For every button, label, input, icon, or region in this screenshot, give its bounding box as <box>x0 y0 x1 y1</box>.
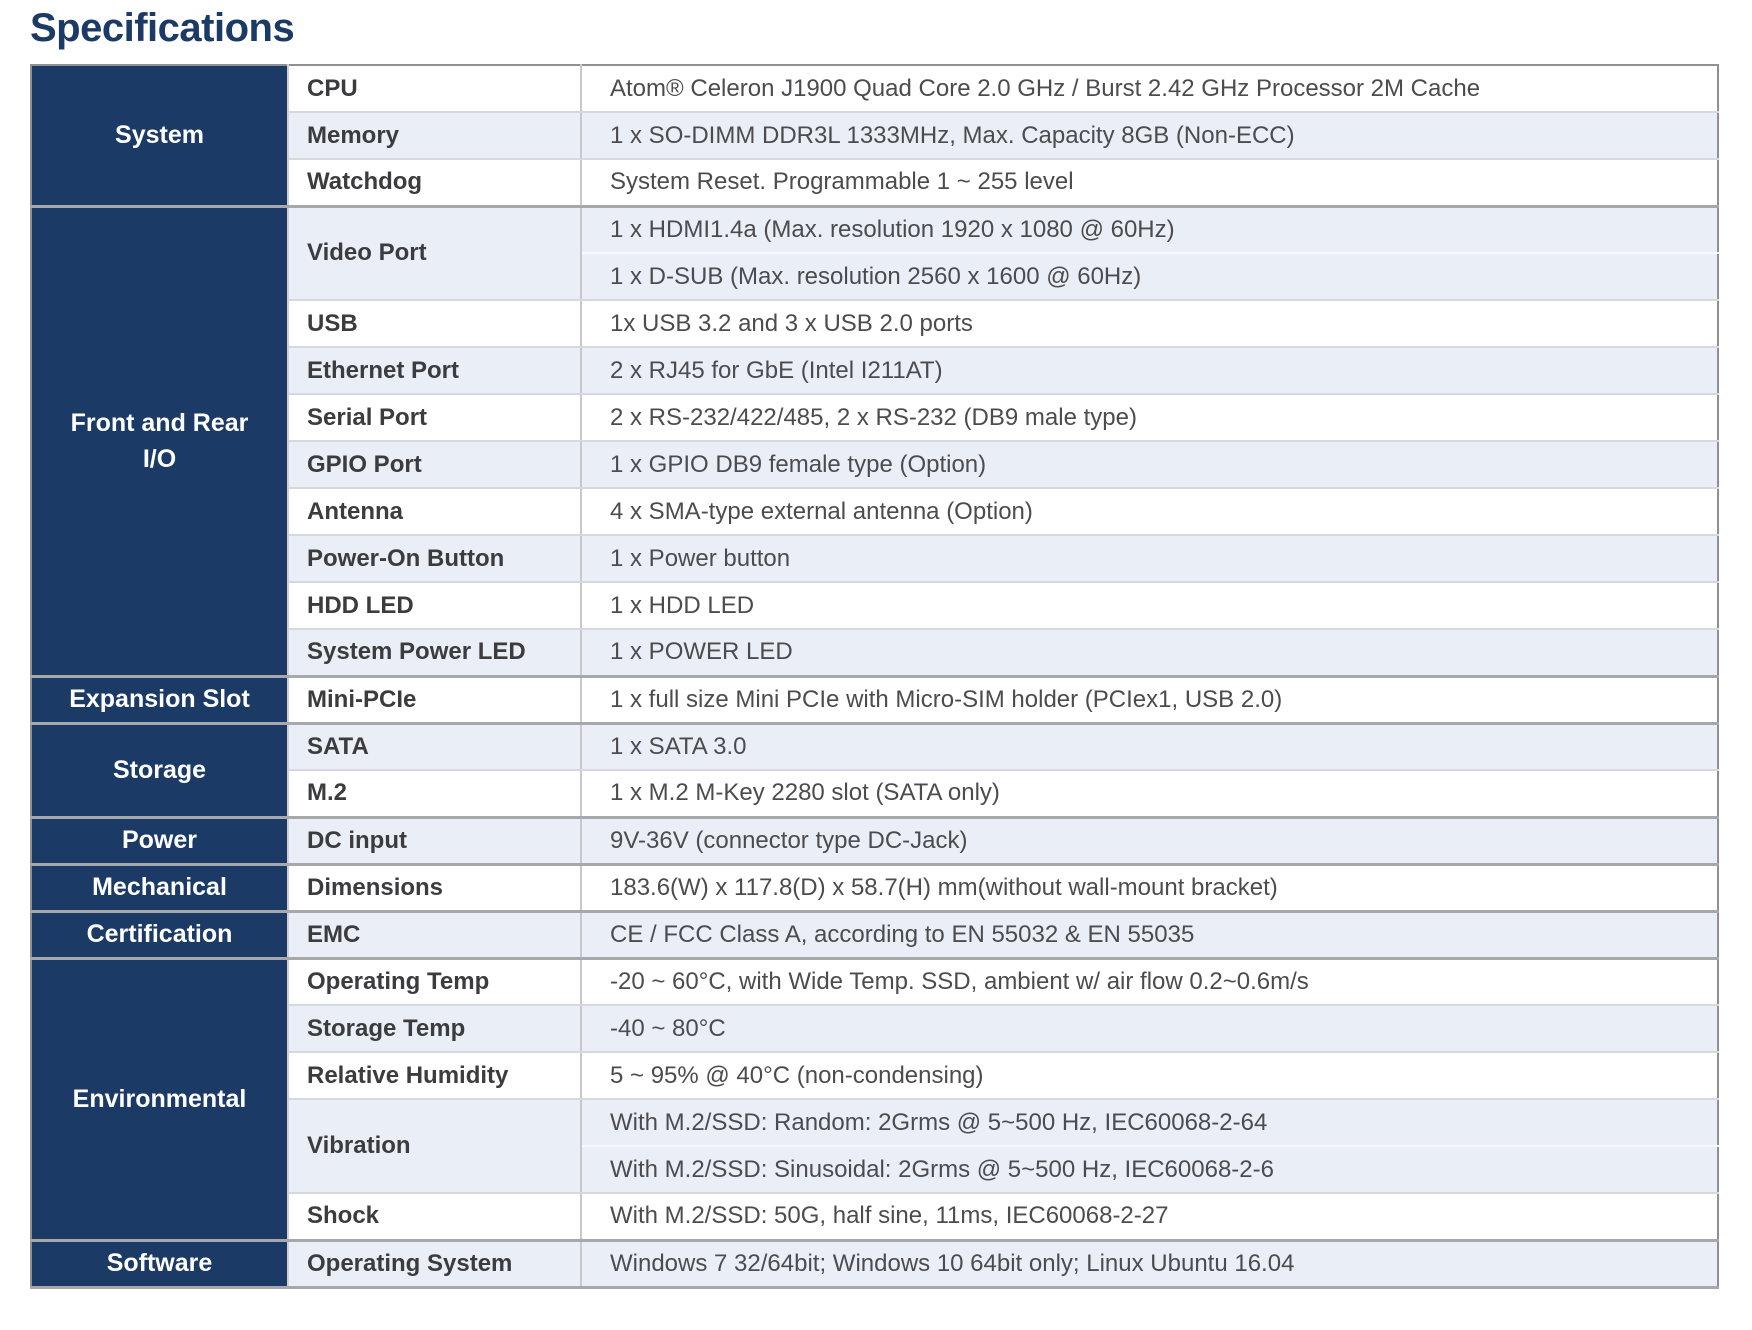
spec-value-cell: 2 x RJ45 for GbE (Intel I211AT) <box>581 347 1718 394</box>
spec-value-cell: 1 x D-SUB (Max. resolution 2560 x 1600 @… <box>581 253 1718 300</box>
spec-label-cell: M.2 <box>288 770 581 817</box>
spec-label-cell: Video Port <box>288 206 581 300</box>
spec-label-cell: Operating System <box>288 1240 581 1287</box>
table-row: EnvironmentalOperating Temp-20 ~ 60°C, w… <box>31 958 1718 1005</box>
table-row: PowerDC input9V-36V (connector type DC-J… <box>31 817 1718 864</box>
spec-label-cell: CPU <box>288 65 581 112</box>
spec-value-cell: Atom® Celeron J1900 Quad Core 2.0 GHz / … <box>581 65 1718 112</box>
spec-value-cell: 183.6(W) x 117.8(D) x 58.7(H) mm(without… <box>581 864 1718 911</box>
spec-value-cell: -40 ~ 80°C <box>581 1005 1718 1052</box>
spec-label-cell: Power-On Button <box>288 535 581 582</box>
spec-label-cell: Ethernet Port <box>288 347 581 394</box>
spec-value-cell: 1 x Power button <box>581 535 1718 582</box>
spec-label-cell: GPIO Port <box>288 441 581 488</box>
category-cell: Front and Rear I/O <box>31 206 288 676</box>
spec-value-cell: 1 x SATA 3.0 <box>581 723 1718 770</box>
spec-value-cell: 1 x full size Mini PCIe with Micro-SIM h… <box>581 676 1718 723</box>
spec-label-cell: Storage Temp <box>288 1005 581 1052</box>
spec-value-cell: System Reset. Programmable 1 ~ 255 level <box>581 159 1718 206</box>
spec-value-cell: 1 x M.2 M-Key 2280 slot (SATA only) <box>581 770 1718 817</box>
specifications-page: Specifications SystemCPUAtom® Celeron J1… <box>0 0 1752 1330</box>
table-row: Expansion SlotMini-PCIe1 x full size Min… <box>31 676 1718 723</box>
table-row: SoftwareOperating SystemWindows 7 32/64b… <box>31 1240 1718 1287</box>
spec-label-cell: USB <box>288 300 581 347</box>
spec-value-cell: With M.2/SSD: Random: 2Grms @ 5~500 Hz, … <box>581 1099 1718 1146</box>
spec-value-cell: 5 ~ 95% @ 40°C (non-condensing) <box>581 1052 1718 1099</box>
spec-label-cell: EMC <box>288 911 581 958</box>
spec-label-cell: Dimensions <box>288 864 581 911</box>
spec-label-cell: Mini-PCIe <box>288 676 581 723</box>
category-cell: Storage <box>31 723 288 817</box>
category-cell: Environmental <box>31 958 288 1240</box>
spec-value-cell: With M.2/SSD: 50G, half sine, 11ms, IEC6… <box>581 1193 1718 1240</box>
spec-value-cell: With M.2/SSD: Sinusoidal: 2Grms @ 5~500 … <box>581 1146 1718 1193</box>
spec-label-cell: HDD LED <box>288 582 581 629</box>
category-cell: Mechanical <box>31 864 288 911</box>
category-cell: Software <box>31 1240 288 1287</box>
spec-value-cell: 2 x RS-232/422/485, 2 x RS-232 (DB9 male… <box>581 394 1718 441</box>
category-cell: System <box>31 65 288 206</box>
spec-value-cell: 4 x SMA-type external antenna (Option) <box>581 488 1718 535</box>
spec-table: SystemCPUAtom® Celeron J1900 Quad Core 2… <box>30 64 1719 1289</box>
spec-label-cell: Relative Humidity <box>288 1052 581 1099</box>
spec-value-cell: 1 x HDD LED <box>581 582 1718 629</box>
spec-label-cell: Operating Temp <box>288 958 581 1005</box>
spec-value-cell: Windows 7 32/64bit; Windows 10 64bit onl… <box>581 1240 1718 1287</box>
spec-label-cell: Watchdog <box>288 159 581 206</box>
table-row: StorageSATA1 x SATA 3.0 <box>31 723 1718 770</box>
spec-label-cell: SATA <box>288 723 581 770</box>
spec-value-cell: 1x USB 3.2 and 3 x USB 2.0 ports <box>581 300 1718 347</box>
page-title: Specifications <box>30 6 1752 51</box>
table-row: Front and Rear I/OVideo Port1 x HDMI1.4a… <box>31 206 1718 253</box>
spec-value-cell: 1 x GPIO DB9 female type (Option) <box>581 441 1718 488</box>
spec-value-cell: 1 x HDMI1.4a (Max. resolution 1920 x 108… <box>581 206 1718 253</box>
spec-value-cell: 1 x POWER LED <box>581 629 1718 676</box>
spec-value-cell: 1 x SO-DIMM DDR3L 1333MHz, Max. Capacity… <box>581 112 1718 159</box>
spec-label-cell: DC input <box>288 817 581 864</box>
category-cell: Power <box>31 817 288 864</box>
spec-label-cell: Serial Port <box>288 394 581 441</box>
spec-value-cell: 9V-36V (connector type DC-Jack) <box>581 817 1718 864</box>
spec-value-cell: CE / FCC Class A, according to EN 55032 … <box>581 911 1718 958</box>
spec-value-cell: -20 ~ 60°C, with Wide Temp. SSD, ambient… <box>581 958 1718 1005</box>
category-cell: Expansion Slot <box>31 676 288 723</box>
spec-label-cell: Vibration <box>288 1099 581 1193</box>
spec-label-cell: System Power LED <box>288 629 581 676</box>
spec-label-cell: Antenna <box>288 488 581 535</box>
spec-label-cell: Shock <box>288 1193 581 1240</box>
table-row: SystemCPUAtom® Celeron J1900 Quad Core 2… <box>31 65 1718 112</box>
table-row: CertificationEMCCE / FCC Class A, accord… <box>31 911 1718 958</box>
spec-label-cell: Memory <box>288 112 581 159</box>
category-cell: Certification <box>31 911 288 958</box>
table-row: MechanicalDimensions183.6(W) x 117.8(D) … <box>31 864 1718 911</box>
